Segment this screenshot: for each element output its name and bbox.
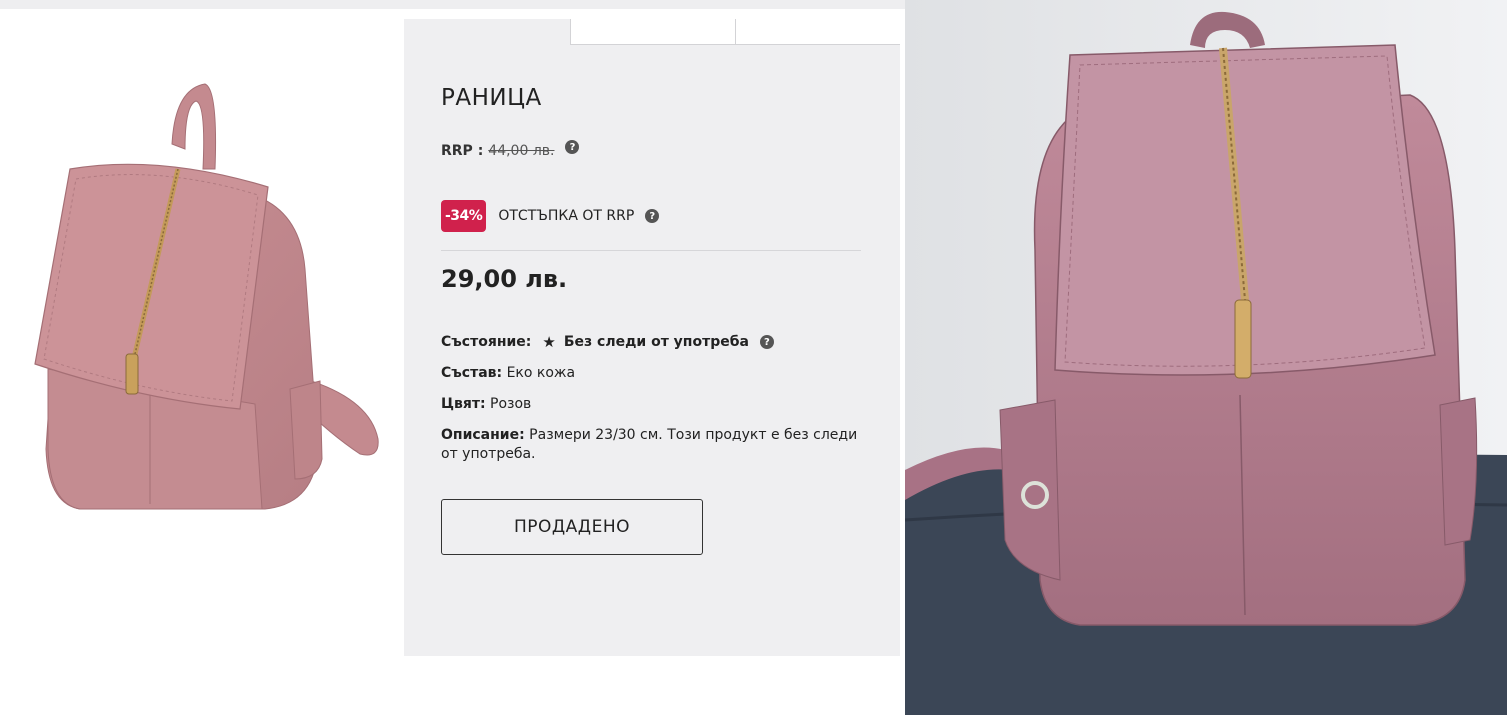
tabs-bar bbox=[404, 19, 900, 45]
top-strip bbox=[0, 0, 905, 9]
star-icon: ★ bbox=[542, 333, 556, 351]
rrp-row: RRP : 44,00 лв. ? bbox=[441, 140, 580, 159]
condition-row: Състояние: ★ Без следи от употреба ? bbox=[441, 333, 774, 351]
discount-badge: -34% bbox=[441, 200, 487, 232]
composition-label: Състав: bbox=[441, 365, 503, 381]
rrp-price: 44,00 лв. bbox=[488, 143, 555, 159]
color-row: Цвят: Розов bbox=[441, 396, 531, 412]
divider bbox=[441, 250, 861, 251]
rrp-label: RRP : bbox=[441, 143, 484, 159]
color-value: Розов bbox=[490, 396, 532, 412]
product-photo-main[interactable] bbox=[0, 9, 404, 715]
backpack-photo bbox=[905, 0, 1507, 715]
tab-2[interactable] bbox=[570, 19, 735, 45]
backpack-illustration bbox=[34, 83, 379, 510]
product-title: РАНИЦА bbox=[441, 85, 542, 111]
color-label: Цвят: bbox=[441, 396, 486, 412]
tab-1[interactable] bbox=[404, 19, 570, 45]
help-icon[interactable]: ? bbox=[645, 209, 660, 223]
help-icon[interactable]: ? bbox=[759, 335, 774, 349]
product-info-panel: РАНИЦА RRP : 44,00 лв. ? -34% ОТСТЪПКА О… bbox=[404, 19, 900, 656]
description-label: Описание: bbox=[441, 427, 525, 443]
discount-row: -34% ОТСТЪПКА ОТ RRP ? bbox=[441, 200, 660, 232]
help-icon[interactable]: ? bbox=[565, 140, 580, 154]
condition-label: Състояние: bbox=[441, 334, 532, 350]
condition-value: Без следи от употреба bbox=[563, 334, 749, 350]
tab-3[interactable] bbox=[735, 19, 900, 45]
product-price: 29,00 лв. bbox=[441, 265, 568, 293]
composition-row: Състав: Еко кожа bbox=[441, 365, 575, 381]
composition-value: Еко кожа bbox=[506, 365, 576, 381]
product-photo-secondary[interactable] bbox=[905, 0, 1507, 715]
sold-button[interactable]: ПРОДАДЕНО bbox=[441, 499, 703, 555]
discount-label: ОТСТЪПКА ОТ RRP bbox=[498, 208, 635, 224]
description-row: Описание: Размери 23/30 см. Този продукт… bbox=[441, 426, 861, 464]
